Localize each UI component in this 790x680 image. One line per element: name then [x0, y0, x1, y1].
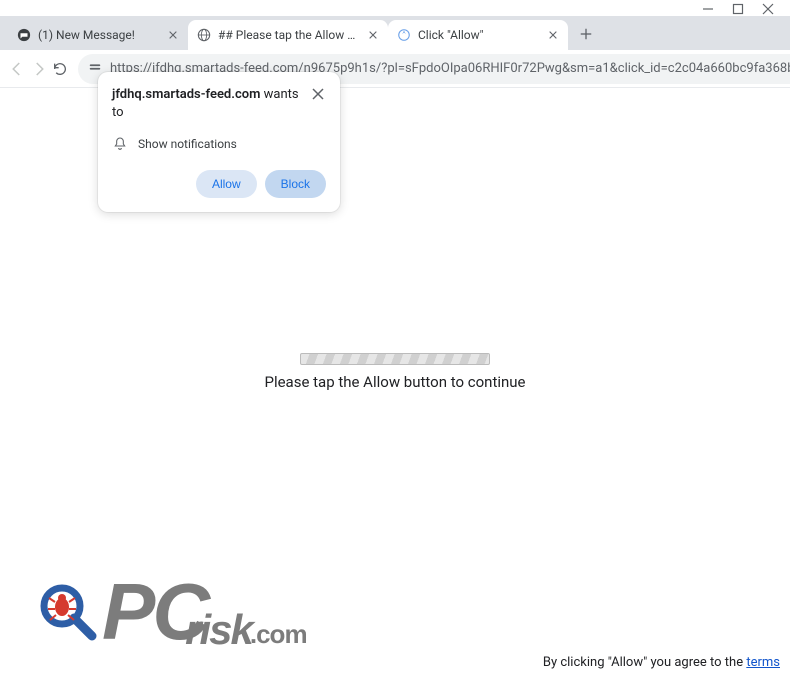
window-controls [702, 1, 790, 15]
tab-2[interactable]: ## Please tap the Allow button [188, 20, 388, 50]
tab-2-title: ## Please tap the Allow button [218, 28, 360, 42]
watermark-risk: risk [185, 606, 252, 654]
bell-icon [112, 136, 128, 152]
reload-button[interactable] [52, 55, 68, 83]
popup-header: jfdhq.smartads-feed.com wants to [112, 86, 326, 122]
terms-link[interactable]: terms [746, 655, 780, 670]
tab-1-close-icon[interactable] [166, 28, 180, 42]
popup-permission-row: Show notifications [112, 136, 326, 152]
tab-1[interactable]: (1) New Message! [8, 20, 188, 50]
tab-1-title: (1) New Message! [38, 28, 160, 42]
watermark-com: .com [250, 619, 307, 650]
popup-title: jfdhq.smartads-feed.com wants to [112, 86, 302, 122]
block-button[interactable]: Block [265, 170, 326, 198]
tab-3-close-icon[interactable] [546, 28, 560, 42]
forward-button[interactable] [30, 55, 48, 83]
minimize-icon[interactable] [702, 3, 714, 15]
popup-close-icon[interactable] [310, 86, 326, 102]
allow-button[interactable]: Allow [196, 170, 257, 198]
footer-prefix: By clicking "Allow" you agree to the [543, 655, 746, 670]
pcrisk-watermark: PC risk .com [38, 580, 331, 644]
tab-strip: (1) New Message! ## Please tap the Allow… [0, 16, 790, 50]
favicon-allow-icon [396, 27, 412, 43]
maximize-icon[interactable] [732, 3, 744, 15]
footer-consent-text: By clicking "Allow" you agree to the ter… [543, 655, 780, 670]
popup-permission-label: Show notifications [138, 137, 237, 151]
tab-3[interactable]: Click "Allow" [388, 20, 568, 50]
magnifier-bug-icon [38, 582, 98, 642]
back-button[interactable] [8, 55, 26, 83]
close-icon[interactable] [762, 3, 774, 15]
popup-domain: jfdhq.smartads-feed.com [112, 87, 260, 102]
favicon-message-icon [16, 27, 32, 43]
tab-2-close-icon[interactable] [366, 28, 380, 42]
center-message-block: Please tap the Allow button to continue [0, 353, 790, 391]
fake-progress-bar [300, 353, 490, 365]
favicon-globe-icon [196, 27, 212, 43]
window-titlebar [0, 0, 790, 16]
popup-buttons: Allow Block [112, 170, 326, 198]
notification-permission-popup: jfdhq.smartads-feed.com wants to Show no… [98, 72, 340, 212]
center-message-text: Please tap the Allow button to continue [0, 373, 790, 391]
new-tab-button[interactable] [572, 20, 600, 48]
tab-3-title: Click "Allow" [418, 28, 540, 42]
